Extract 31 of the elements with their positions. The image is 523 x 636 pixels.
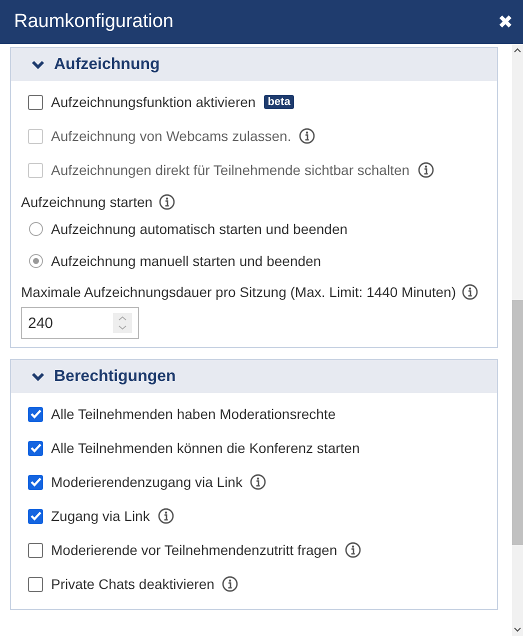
field-label: Maximale Aufzeichnungsdauer pro Sitzung (Max. Limit: 1440 Minuten) bbox=[21, 284, 456, 300]
checkbox-label[interactable]: Zugang via Link bbox=[51, 508, 150, 524]
close-button[interactable]: ✖ bbox=[496, 12, 515, 32]
checkbox[interactable] bbox=[28, 440, 43, 456]
checkbox-label[interactable]: Alle Teilnehmenden haben Moderationsrechte bbox=[51, 406, 336, 422]
checkbox[interactable] bbox=[28, 542, 43, 558]
checkbox-label[interactable]: Private Chats deaktivieren bbox=[51, 576, 214, 592]
window-title: Raumkonfiguration bbox=[14, 11, 174, 33]
checkbox[interactable] bbox=[28, 474, 43, 490]
chevron-icon bbox=[31, 372, 45, 382]
checkbox[interactable] bbox=[28, 406, 43, 422]
info-icon[interactable] bbox=[158, 508, 174, 524]
info-icon[interactable] bbox=[462, 284, 478, 300]
scrollbar-drawing[interactable] bbox=[512, 44, 523, 636]
info-icon[interactable] bbox=[222, 576, 238, 592]
section-header[interactable]: Aufzeichnung bbox=[11, 48, 497, 81]
beta-badge: beta bbox=[264, 95, 294, 109]
checkbox[interactable] bbox=[28, 94, 43, 110]
checkbox[interactable] bbox=[28, 576, 43, 592]
checkbox-label[interactable]: Aufzeichnungsfunktion aktivieren bbox=[51, 94, 256, 110]
info-icon[interactable] bbox=[345, 542, 362, 558]
checkbox-label[interactable]: Moderierendenzugang via Link bbox=[51, 474, 242, 490]
checkbox-label[interactable]: Alle Teilnehmenden können die Konferenz starten bbox=[51, 440, 360, 456]
chevron-icon bbox=[31, 60, 45, 70]
section-header[interactable]: Berechtigungen bbox=[11, 360, 497, 393]
info-icon[interactable] bbox=[158, 194, 175, 210]
checkbox[interactable] bbox=[28, 508, 43, 524]
checkbox-label[interactable]: Moderierende vor Teilnehmendenzutritt fragen bbox=[51, 542, 338, 558]
field-label: Aufzeichnung starten bbox=[21, 194, 153, 210]
info-icon[interactable] bbox=[250, 474, 266, 490]
number-input-field[interactable]: 240 bbox=[21, 307, 139, 339]
